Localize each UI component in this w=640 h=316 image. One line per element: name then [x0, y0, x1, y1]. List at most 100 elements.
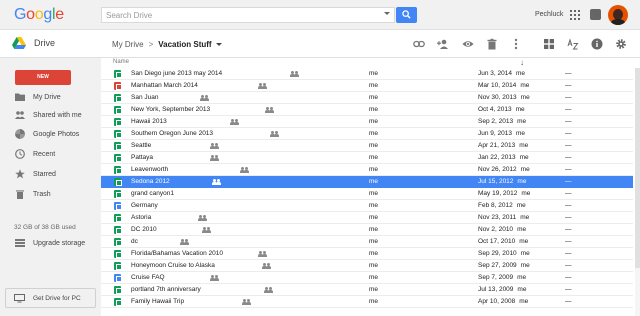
modified-by: me	[517, 274, 527, 281]
info-icon[interactable]	[591, 38, 603, 50]
file-name[interactable]: Astoria	[131, 214, 151, 221]
file-name[interactable]: Sedona 2012	[131, 178, 170, 185]
table-row[interactable]: DC 2010 me Nov 2, 2010 me —	[101, 224, 633, 236]
table-row[interactable]: Honeymoon Cruise to Alaska me Sep 27, 2009…	[101, 260, 633, 272]
file-type-icon	[114, 238, 122, 246]
owner-cell: me	[369, 190, 379, 197]
file-name[interactable]: Florida/Bahamas Vacation 2010	[131, 250, 223, 257]
size-cell: —	[565, 286, 572, 293]
file-type-icon	[114, 94, 122, 102]
modified-cell: Sep 29, 2010 me	[478, 250, 530, 257]
modified-by: me	[519, 154, 529, 161]
file-name[interactable]: Seattle	[131, 142, 151, 149]
breadcrumb-current-folder[interactable]: Vacation Stuff	[158, 40, 211, 49]
file-name[interactable]: Leavenworth	[131, 166, 168, 173]
table-row[interactable]: Sedona 2012 me Jul 15, 2012 me —	[101, 176, 633, 188]
table-row[interactable]: dc me Oct 17, 2010 me —	[101, 236, 633, 248]
folder-menu-caret-icon[interactable]	[215, 43, 222, 46]
google-logo[interactable]: Google	[14, 6, 64, 24]
table-row[interactable]: San Juan me Nov 30, 2013 me —	[101, 92, 633, 104]
search-box	[101, 7, 395, 23]
file-name[interactable]: dc	[131, 238, 138, 245]
table-row[interactable]: portland 7th anniversary me Jul 13, 2009 me…	[101, 284, 633, 296]
sidebar-item-starred[interactable]: Starred	[0, 164, 101, 184]
file-name[interactable]: Manhattan March 2014	[131, 82, 198, 89]
table-row[interactable]: Germany me Feb 8, 2012 me —	[101, 200, 633, 212]
storage-list-icon	[15, 239, 25, 247]
sidebar-item-trash[interactable]: Trash	[0, 184, 101, 204]
file-name[interactable]: Hawaii 2013	[131, 118, 167, 125]
scrollbar-thumb[interactable]	[635, 68, 640, 268]
file-name[interactable]: Cruise FAQ	[131, 274, 165, 281]
file-name[interactable]: DC 2010	[131, 226, 157, 233]
file-type-icon	[114, 298, 122, 306]
sidebar-item-my-drive[interactable]: My Drive	[0, 87, 101, 107]
table-row[interactable]: Southern Oregon June 2013 me Jun 9, 2013 me…	[101, 128, 633, 140]
breadcrumb-my-drive[interactable]: My Drive	[112, 40, 144, 49]
sidebar-item-recent[interactable]: Recent	[0, 144, 101, 164]
sort-az-icon[interactable]	[567, 38, 579, 50]
owner-cell: me	[369, 238, 379, 245]
modified-by: me	[519, 142, 529, 149]
get-drive-for-pc-button[interactable]: Get Drive for PC	[5, 288, 96, 308]
table-row[interactable]: Cruise FAQ me Sep 7, 2009 me —	[101, 272, 633, 284]
file-type-icon	[114, 70, 122, 78]
sort-arrow-icon[interactable]: ↓	[520, 58, 524, 67]
apps-grid-icon[interactable]	[570, 10, 580, 20]
avatar[interactable]	[608, 5, 628, 25]
file-name[interactable]: portland 7th anniversary	[131, 286, 201, 293]
table-row[interactable]: San Diego june 2013 may 2014 me Jun 3, 201…	[101, 68, 633, 80]
search-options-caret-icon[interactable]	[384, 12, 390, 15]
trash-icon[interactable]	[486, 38, 498, 50]
file-name[interactable]: Pattaya	[131, 154, 153, 161]
grid-view-icon[interactable]	[543, 38, 555, 50]
table-row[interactable]: Seattle me Apr 21, 2013 me —	[101, 140, 633, 152]
modified-cell: Oct 17, 2010 me	[478, 238, 528, 245]
file-type-icon	[114, 286, 122, 294]
table-row[interactable]: Pattaya me Jan 22, 2013 me —	[101, 152, 633, 164]
modified-by: me	[520, 94, 530, 101]
table-row[interactable]: Leavenworth me Nov 26, 2012 me —	[101, 164, 633, 176]
file-name[interactable]: San Juan	[131, 94, 158, 101]
upgrade-storage-link[interactable]: Upgrade storage	[0, 234, 101, 252]
table-row[interactable]: New York, September 2013 me Oct 4, 2013 me —	[101, 104, 633, 116]
file-name[interactable]: New York, September 2013	[131, 106, 210, 113]
settings-gear-icon[interactable]	[615, 38, 627, 50]
owner-cell: me	[369, 142, 379, 149]
shared-people-icon	[290, 71, 299, 77]
notifications-icon[interactable]	[590, 9, 601, 20]
file-type-icon	[114, 106, 122, 114]
file-name[interactable]: grand canyon1	[131, 190, 174, 197]
owner-cell: me	[369, 214, 379, 221]
search-button[interactable]	[396, 7, 417, 23]
column-name-header[interactable]: Name	[113, 59, 129, 65]
add-person-icon[interactable]	[437, 38, 449, 50]
table-row[interactable]: Manhattan March 2014 me Mar 10, 2014 me —	[101, 80, 633, 92]
size-cell: —	[565, 274, 572, 281]
table-row[interactable]: Hawaii 2013 me Sep 2, 2013 me —	[101, 116, 633, 128]
table-row[interactable]: Family Hawaii Trip me Apr 10, 2008 me —	[101, 296, 633, 308]
new-button[interactable]: NEW	[15, 70, 71, 85]
link-icon[interactable]	[413, 38, 425, 50]
clock-icon	[15, 149, 25, 159]
drive-brand[interactable]: Drive	[12, 37, 55, 49]
file-name[interactable]: San Diego june 2013 may 2014	[131, 70, 222, 77]
product-name: Drive	[34, 38, 56, 48]
table-row[interactable]: Astoria me Nov 23, 2011 me —	[101, 212, 633, 224]
search-input[interactable]	[102, 8, 372, 22]
preview-eye-icon[interactable]	[462, 38, 474, 50]
logo-letter: e	[55, 6, 64, 23]
table-row[interactable]: grand canyon1 me May 19, 2012 me —	[101, 188, 633, 200]
top-bar: Google Pechluck	[0, 0, 640, 30]
sidebar-item-shared[interactable]: Shared with me	[0, 105, 101, 125]
file-name[interactable]: Germany	[131, 202, 158, 209]
user-name[interactable]: Pechluck	[535, 11, 563, 18]
table-row[interactable]: Florida/Bahamas Vacation 2010 me Sep 29, 2…	[101, 248, 633, 260]
file-name[interactable]: Honeymoon Cruise to Alaska	[131, 262, 215, 269]
file-name[interactable]: Southern Oregon June 2013	[131, 130, 213, 137]
logo-letter: G	[14, 6, 27, 23]
sidebar-item-photos[interactable]: Google Photos	[0, 124, 101, 144]
file-name[interactable]: Family Hawaii Trip	[131, 298, 184, 305]
more-vert-icon[interactable]	[510, 38, 522, 50]
size-cell: —	[565, 214, 572, 221]
